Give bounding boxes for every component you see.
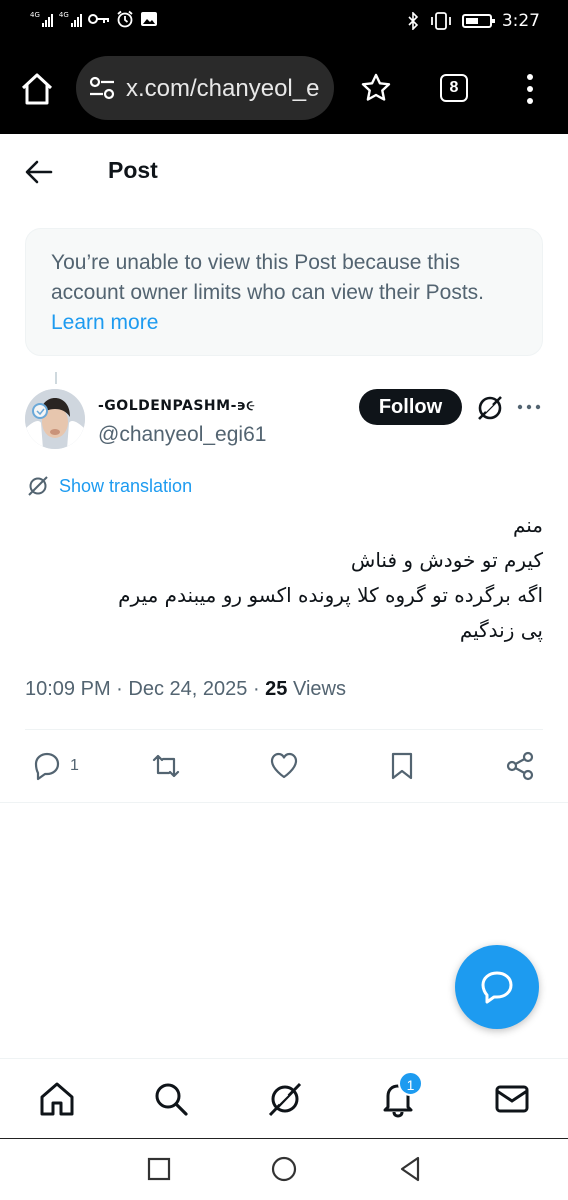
post-line: اگه برگرده تو گروه کلا پرونده اکسو رو می…	[118, 583, 543, 607]
learn-more-link[interactable]: Learn more	[51, 311, 158, 334]
restricted-notice: You’re unable to view this Post because …	[25, 228, 543, 356]
compose-message-icon	[481, 971, 513, 1004]
browser-toolbar: x.com/chanyeol_e 8	[0, 44, 568, 134]
signal-icon-2: 4G	[59, 11, 82, 27]
alarm-icon	[117, 10, 133, 28]
more-horiz-icon[interactable]	[516, 397, 542, 417]
translate-grok-icon	[28, 476, 48, 496]
home-icon[interactable]	[18, 70, 56, 108]
post-time[interactable]: 10:09 PM	[25, 678, 111, 700]
search-icon[interactable]	[151, 1079, 191, 1119]
bottom-nav: 1	[0, 1058, 568, 1138]
status-right: 3:27	[406, 11, 540, 31]
divider	[0, 802, 568, 803]
battery-icon	[461, 14, 495, 28]
repost-icon[interactable]	[150, 750, 182, 782]
post-text: منم کیرم تو خودش و فناش اگه برگرده تو گر…	[25, 508, 543, 648]
compose-message-button[interactable]	[455, 945, 539, 1029]
notification-badge: 1	[398, 1071, 423, 1096]
network-type: 4G	[30, 11, 40, 19]
post-date[interactable]: Dec 24, 2025	[128, 678, 247, 700]
show-translation-label[interactable]: Show translation	[59, 476, 192, 497]
url-text[interactable]: x.com/chanyeol_e	[126, 75, 319, 103]
tabs-icon[interactable]: 8	[440, 74, 468, 102]
settings-tune-icon[interactable]	[88, 75, 116, 101]
post-line: کیرم تو خودش و فناش	[350, 548, 543, 572]
post-meta: 10:09 PM · Dec 24, 2025 · 25 Views	[25, 678, 346, 700]
notice-text: You’re unable to view this Post because …	[51, 251, 485, 304]
post-line: پی زندگیم	[459, 618, 543, 642]
url-bar[interactable]: x.com/chanyeol_e	[76, 56, 334, 120]
grok-icon[interactable]	[265, 1079, 305, 1119]
back-arrow-icon[interactable]	[24, 158, 54, 186]
mail-icon[interactable]	[492, 1079, 532, 1119]
system-home-icon[interactable]	[270, 1155, 298, 1183]
show-translation[interactable]: Show translation	[27, 475, 192, 497]
avatar-image	[25, 389, 85, 449]
vibrate-icon	[430, 12, 451, 30]
share-icon[interactable]	[504, 750, 536, 782]
author-handle[interactable]: @chanyeol_egi61	[98, 423, 266, 447]
reply-icon[interactable]	[31, 750, 63, 782]
status-left: 4G 4G	[30, 10, 158, 28]
home-icon[interactable]	[37, 1079, 77, 1119]
like-icon[interactable]	[268, 750, 300, 782]
system-nav-bar	[0, 1138, 568, 1200]
star-icon[interactable]	[360, 72, 392, 104]
network-type-2: 4G	[58, 11, 69, 19]
author-display-name[interactable]: -GOLDENPASHM-϶૯	[98, 398, 255, 414]
action-bar: 1	[0, 742, 568, 792]
thread-line	[55, 372, 57, 384]
views-count: 25	[265, 678, 288, 700]
status-bar: 4G 4G 3:27	[0, 0, 568, 44]
divider	[25, 729, 543, 730]
more-vert-icon[interactable]	[520, 72, 540, 106]
post-line: منم	[512, 513, 543, 537]
system-back-icon[interactable]	[396, 1155, 424, 1183]
clock: 3:27	[501, 11, 540, 31]
gallery-icon	[140, 12, 157, 26]
bookmark-icon[interactable]	[386, 750, 418, 782]
avatar[interactable]	[25, 389, 85, 449]
bluetooth-icon	[408, 12, 418, 30]
follow-button[interactable]: Follow	[359, 389, 462, 425]
signal-icon: 4G	[30, 11, 53, 27]
recents-icon[interactable]	[145, 1155, 173, 1183]
page-title: Post	[108, 157, 158, 183]
views-label: Views	[292, 678, 346, 700]
post-header: Post	[0, 134, 568, 210]
grok-icon[interactable]	[476, 394, 504, 422]
reply-count: 1	[70, 757, 79, 774]
key-icon	[87, 14, 109, 24]
